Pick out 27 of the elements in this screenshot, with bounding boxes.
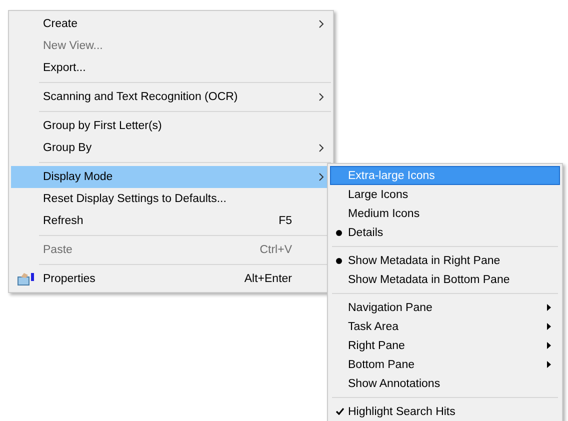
chevron-right-icon xyxy=(319,20,324,28)
menu-item[interactable]: Details xyxy=(330,223,560,242)
menu-item[interactable]: Show Annotations xyxy=(330,374,560,393)
menu-item[interactable]: Group By xyxy=(11,137,331,159)
triangle-right-icon xyxy=(547,323,551,330)
menu-item[interactable]: Bottom Pane xyxy=(330,355,560,374)
triangle-right-icon xyxy=(547,361,551,368)
chevron-right-icon xyxy=(319,173,324,181)
menu-item[interactable]: Show Metadata in Right Pane xyxy=(330,251,560,270)
menu-item[interactable]: Export... xyxy=(11,57,331,79)
menu-item[interactable]: Navigation Pane xyxy=(330,298,560,317)
triangle-right-icon xyxy=(547,342,551,349)
menu-item[interactable]: Group by First Letter(s) xyxy=(11,115,331,137)
menu-item[interactable]: Scanning and Text Recognition (OCR) xyxy=(11,86,331,108)
menu-item[interactable]: Task Area xyxy=(330,317,560,336)
menu-item[interactable]: Highlight Search Hits xyxy=(330,402,560,421)
menu-item[interactable]: Right Pane xyxy=(330,336,560,355)
menu-item[interactable]: Reset Display Settings to Defaults... xyxy=(11,188,331,210)
chevron-right-icon xyxy=(319,93,324,101)
triangle-right-icon xyxy=(547,304,551,311)
chevron-right-icon xyxy=(319,144,324,152)
menu-item[interactable]: Show Metadata in Bottom Pane xyxy=(330,270,560,289)
menu-item[interactable]: Refresh F5 xyxy=(11,210,331,232)
menu-item[interactable]: Properties Alt+Enter xyxy=(11,268,331,290)
menu-item[interactable]: Create xyxy=(11,13,331,35)
menu-item[interactable]: Medium Icons xyxy=(330,204,560,223)
menu-item[interactable]: Large Icons xyxy=(330,185,560,204)
